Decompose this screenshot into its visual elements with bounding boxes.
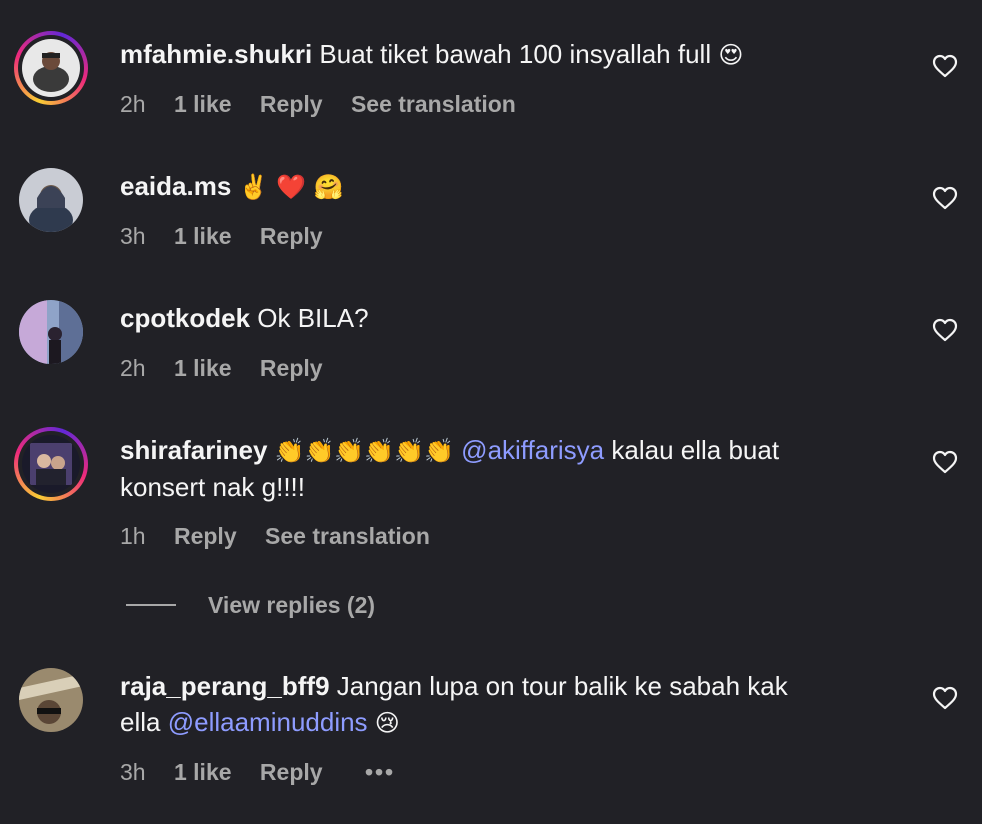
- emoji: 😍: [718, 41, 744, 69]
- comment-time: 3h: [120, 759, 146, 785]
- like-count[interactable]: 1 like: [174, 355, 232, 381]
- comment-body-line2: ella: [120, 707, 161, 737]
- comment-body: kalau ella buat: [611, 435, 780, 465]
- avatar[interactable]: [14, 427, 88, 501]
- avatar-image: [19, 168, 83, 232]
- comment-text: raja_perang_bff9 Jangan lupa on tour bal…: [120, 668, 880, 741]
- comment-meta: 2h 1 like Reply: [120, 353, 345, 383]
- comment-text: cpotkodek Ok BILA?: [120, 300, 880, 336]
- like-count[interactable]: 1 like: [174, 759, 232, 785]
- comment-text: shirafariney 👏👏👏👏👏👏 @akiffarisya kalau e…: [120, 432, 880, 505]
- emoji: 👏👏👏👏👏👏: [274, 437, 454, 465]
- avatar[interactable]: [14, 31, 88, 105]
- mention-link[interactable]: @akiffarisya: [461, 435, 604, 465]
- comment-body-line2: konsert nak g!!!!: [120, 472, 305, 502]
- view-replies-button[interactable]: View replies (2): [126, 590, 375, 620]
- emoji: ✌️ ❤️ 🤗: [238, 173, 344, 201]
- comment-time: 2h: [120, 91, 146, 117]
- reply-button[interactable]: Reply: [260, 759, 323, 785]
- heart-outline-icon[interactable]: [932, 54, 958, 78]
- comment-body: Ok BILA?: [257, 303, 369, 333]
- comment-text: mfahmie.shukri Buat tiket bawah 100 insy…: [120, 36, 880, 73]
- heart-outline-icon[interactable]: [932, 686, 958, 710]
- reply-button[interactable]: Reply: [260, 223, 323, 249]
- heart-outline-icon[interactable]: [932, 450, 958, 474]
- mention-link[interactable]: @ellaaminuddins: [168, 707, 368, 737]
- heart-outline-icon[interactable]: [932, 318, 958, 342]
- comment-time: 3h: [120, 223, 146, 249]
- avatar[interactable]: [14, 663, 88, 737]
- reply-button[interactable]: Reply: [260, 91, 323, 117]
- comment-username[interactable]: eaida.ms: [120, 171, 231, 201]
- comment-meta: 3h 1 like Reply: [120, 221, 345, 251]
- see-translation-button[interactable]: See translation: [265, 523, 430, 549]
- comment-username[interactable]: cpotkodek: [120, 303, 250, 333]
- comment-meta: 2h 1 like Reply See translation: [120, 89, 538, 119]
- heart-outline-icon[interactable]: [932, 186, 958, 210]
- comment-username[interactable]: mfahmie.shukri: [120, 39, 312, 69]
- comment-meta: 1h Reply See translation: [120, 521, 452, 551]
- avatar-image: [22, 39, 80, 97]
- comment-meta: 3h 1 like Reply •••: [120, 757, 417, 787]
- more-horizontal-icon[interactable]: •••: [365, 759, 395, 785]
- view-replies-label: View replies (2): [208, 591, 376, 618]
- divider-line: [126, 604, 176, 606]
- avatar-image: [19, 300, 83, 364]
- reply-button[interactable]: Reply: [260, 355, 323, 381]
- avatar-image: [19, 668, 83, 732]
- comment-body: Jangan lupa on tour balik ke sabah kak: [336, 671, 788, 701]
- avatar-image: [22, 435, 80, 493]
- comment-username[interactable]: raja_perang_bff9: [120, 671, 330, 701]
- reply-button[interactable]: Reply: [174, 523, 237, 549]
- like-count[interactable]: 1 like: [174, 223, 232, 249]
- comment-text: eaida.ms ✌️ ❤️ 🤗: [120, 168, 880, 205]
- comment-body: Buat tiket bawah 100 insyallah full: [319, 39, 712, 69]
- avatar[interactable]: [14, 163, 88, 237]
- comment-username[interactable]: shirafariney: [120, 435, 267, 465]
- avatar[interactable]: [14, 295, 88, 369]
- emoji: 😢: [374, 709, 400, 737]
- comment-time: 2h: [120, 355, 146, 381]
- see-translation-button[interactable]: See translation: [351, 91, 516, 117]
- comment-time: 1h: [120, 523, 146, 549]
- like-count[interactable]: 1 like: [174, 91, 232, 117]
